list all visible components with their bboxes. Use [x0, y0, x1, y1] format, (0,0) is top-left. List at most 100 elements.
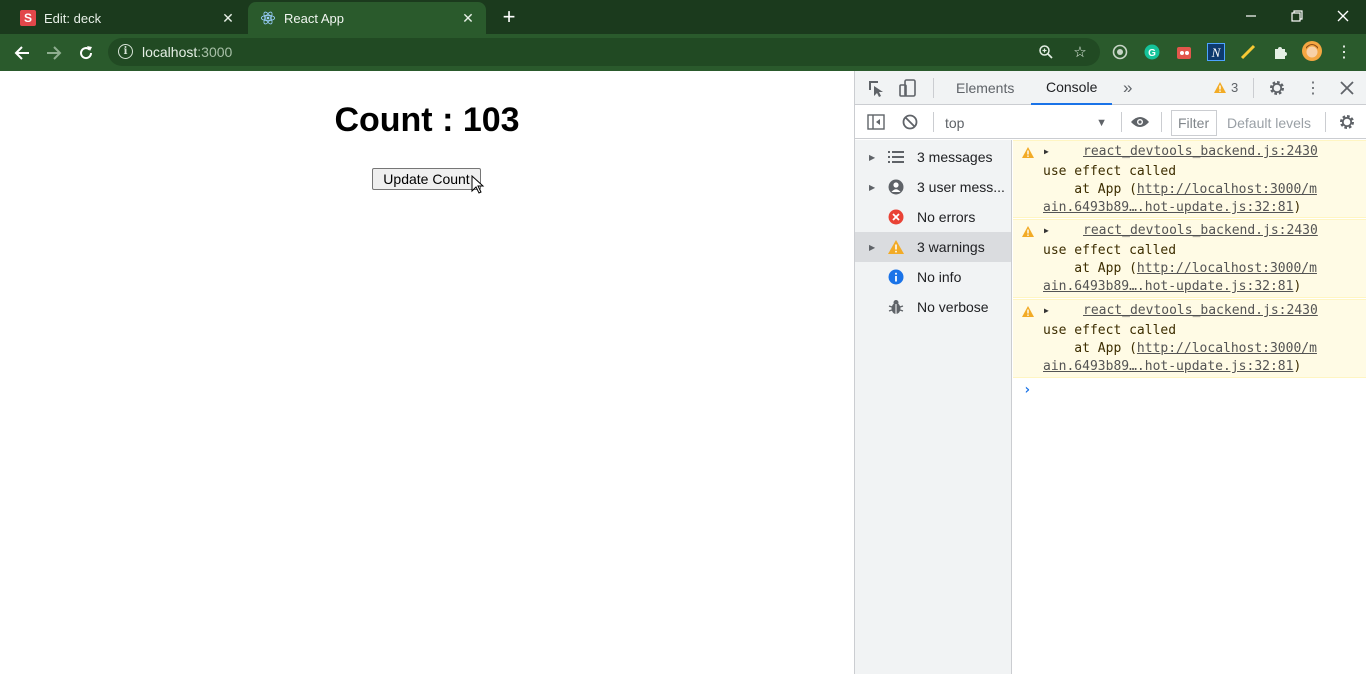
settings-gear-icon[interactable] — [1266, 77, 1288, 99]
zoom-icon[interactable] — [1036, 42, 1056, 62]
info-icon — [887, 268, 905, 286]
device-toolbar-icon[interactable] — [897, 77, 919, 99]
warning-counter[interactable]: 3 — [1213, 80, 1238, 95]
warning-icon — [1022, 306, 1034, 317]
console-toolbar: top ▼ Filter Default levels — [855, 106, 1366, 139]
address-bar[interactable]: i localhost:3000 ☆ — [108, 38, 1100, 66]
react-icon — [260, 10, 276, 26]
page-viewport: Count : 103 Update Count — [0, 71, 854, 674]
minimize-icon[interactable] — [1228, 2, 1274, 30]
count-heading: Count : 103 — [334, 101, 520, 139]
console-warning-message[interactable]: ▶ react_devtools_backend.js:2430 use eff… — [1013, 219, 1366, 298]
source-link[interactable]: react_devtools_backend.js:2430 — [1083, 303, 1318, 318]
close-devtools-icon[interactable] — [1336, 77, 1358, 99]
message-text: use effect called — [1043, 164, 1177, 179]
profile-avatar[interactable] — [1302, 41, 1322, 61]
toolbar-divider — [933, 112, 934, 132]
extension-pencil-icon[interactable] — [1238, 42, 1258, 62]
extension-n-icon[interactable]: N — [1206, 42, 1226, 62]
message-text: use effect called — [1043, 323, 1177, 338]
close-tab-icon[interactable]: ✕ — [218, 8, 238, 28]
forward-arrow-icon[interactable] — [40, 39, 68, 67]
devtools-menu-icon[interactable]: ⋮ — [1302, 77, 1324, 99]
log-levels-dropdown[interactable]: Default levels — [1227, 110, 1317, 136]
sidebar-item-label: No info — [917, 269, 962, 285]
toolbar-divider — [933, 78, 934, 98]
stack-line: at App (http://localhost:3000/m — [1043, 261, 1317, 276]
expand-arrow-icon[interactable]: ▶ — [1044, 306, 1049, 315]
sidebar-item-label: 3 warnings — [917, 239, 985, 255]
context-selector[interactable]: top ▼ — [939, 112, 1111, 134]
extension-circle-icon[interactable] — [1110, 42, 1130, 62]
sidebar-item-verbose[interactable]: No verbose — [855, 292, 1011, 322]
grammarly-icon[interactable]: G — [1142, 42, 1162, 62]
sidebar-item-user-messages[interactable]: ▶ 3 user mess... — [855, 172, 1011, 202]
expand-arrow-icon[interactable]: ▶ — [869, 153, 879, 162]
clear-console-icon[interactable] — [899, 111, 921, 133]
filter-input[interactable]: Filter — [1171, 110, 1217, 136]
stack-link[interactable]: http://localhost:3000/m — [1137, 182, 1317, 197]
tab-title: React App — [284, 10, 344, 26]
stack-line: at App (http://localhost:3000/m — [1043, 341, 1317, 356]
stack-link[interactable]: http://localhost:3000/m — [1137, 341, 1317, 356]
sidebar-item-messages[interactable]: ▶ 3 messages — [855, 142, 1011, 172]
stack-link[interactable]: ain.6493b89….hot-update.js:32:81 — [1043, 359, 1293, 374]
extension-gift-icon[interactable] — [1174, 42, 1194, 62]
console-prompt[interactable]: › — [1023, 382, 1031, 398]
bug-icon — [887, 298, 905, 316]
console-warning-message[interactable]: ▶ react_devtools_backend.js:2430 use eff… — [1013, 140, 1366, 218]
console-output: ▶ react_devtools_backend.js:2430 use eff… — [1013, 140, 1366, 674]
tab-react-app[interactable]: React App ✕ — [248, 2, 486, 34]
tab-elements[interactable]: Elements — [956, 71, 1014, 105]
warning-icon — [1022, 226, 1034, 237]
sidebar-item-info[interactable]: No info — [855, 262, 1011, 292]
close-window-icon[interactable] — [1320, 2, 1366, 30]
stack-line: ain.6493b89….hot-update.js:32:81) — [1043, 279, 1302, 294]
site-info-icon[interactable]: i — [118, 44, 133, 59]
sidebar-item-errors[interactable]: No errors — [855, 202, 1011, 232]
sidebar-item-label: No verbose — [917, 299, 989, 315]
warning-icon — [1214, 82, 1226, 93]
tab-edit-deck[interactable]: S Edit: deck ✕ — [8, 2, 246, 34]
stack-link[interactable]: ain.6493b89….hot-update.js:32:81 — [1043, 279, 1293, 294]
dropdown-arrow-icon: ▼ — [1096, 117, 1107, 129]
warning-icon — [1022, 147, 1034, 158]
expand-arrow-icon[interactable]: ▶ — [869, 183, 879, 192]
toolbar-divider — [1161, 112, 1162, 132]
browser-menu-icon[interactable]: ⋮ — [1334, 42, 1354, 62]
toolbar-divider — [1253, 78, 1254, 98]
toolbar-divider — [1121, 112, 1122, 132]
source-link[interactable]: react_devtools_backend.js:2430 — [1083, 144, 1318, 159]
stack-line: ain.6493b89….hot-update.js:32:81) — [1043, 359, 1302, 374]
user-icon — [887, 178, 905, 196]
sidebar-item-label: No errors — [917, 209, 976, 225]
bookmark-star-icon[interactable]: ☆ — [1070, 42, 1090, 62]
update-count-button[interactable]: Update Count — [372, 168, 481, 190]
inspect-element-icon[interactable] — [865, 77, 887, 99]
close-tab-icon[interactable]: ✕ — [458, 8, 478, 28]
new-tab-button[interactable]: + — [496, 6, 522, 30]
expand-arrow-icon[interactable]: ▶ — [1044, 147, 1049, 156]
svg-text:N: N — [1211, 45, 1222, 60]
console-settings-gear-icon[interactable] — [1336, 111, 1358, 133]
reload-icon[interactable] — [72, 39, 100, 67]
source-link[interactable]: react_devtools_backend.js:2430 — [1083, 223, 1318, 238]
more-tabs-icon[interactable]: » — [1123, 71, 1132, 105]
extensions-puzzle-icon[interactable] — [1270, 42, 1290, 62]
live-expression-eye-icon[interactable] — [1129, 111, 1151, 133]
back-arrow-icon[interactable] — [8, 39, 36, 67]
mouse-cursor-icon — [471, 175, 485, 194]
console-warning-message[interactable]: ▶ react_devtools_backend.js:2430 use eff… — [1013, 299, 1366, 378]
expand-arrow-icon[interactable]: ▶ — [1044, 226, 1049, 235]
stack-link[interactable]: ain.6493b89….hot-update.js:32:81 — [1043, 200, 1293, 215]
expand-arrow-icon[interactable]: ▶ — [869, 243, 879, 252]
sidebar-item-warnings[interactable]: ▶ 3 warnings — [855, 232, 1011, 262]
browser-toolbar: i localhost:3000 ☆ G N ⋮ — [0, 34, 1366, 71]
slides-favicon: S — [20, 10, 36, 26]
restore-icon[interactable] — [1274, 2, 1320, 30]
stack-line: at App (http://localhost:3000/m — [1043, 182, 1317, 197]
tab-console[interactable]: Console — [1031, 71, 1113, 105]
console-sidebar: ▶ 3 messages ▶ 3 user mess... No errors … — [855, 140, 1012, 674]
stack-link[interactable]: http://localhost:3000/m — [1137, 261, 1317, 276]
sidebar-toggle-icon[interactable] — [865, 111, 887, 133]
